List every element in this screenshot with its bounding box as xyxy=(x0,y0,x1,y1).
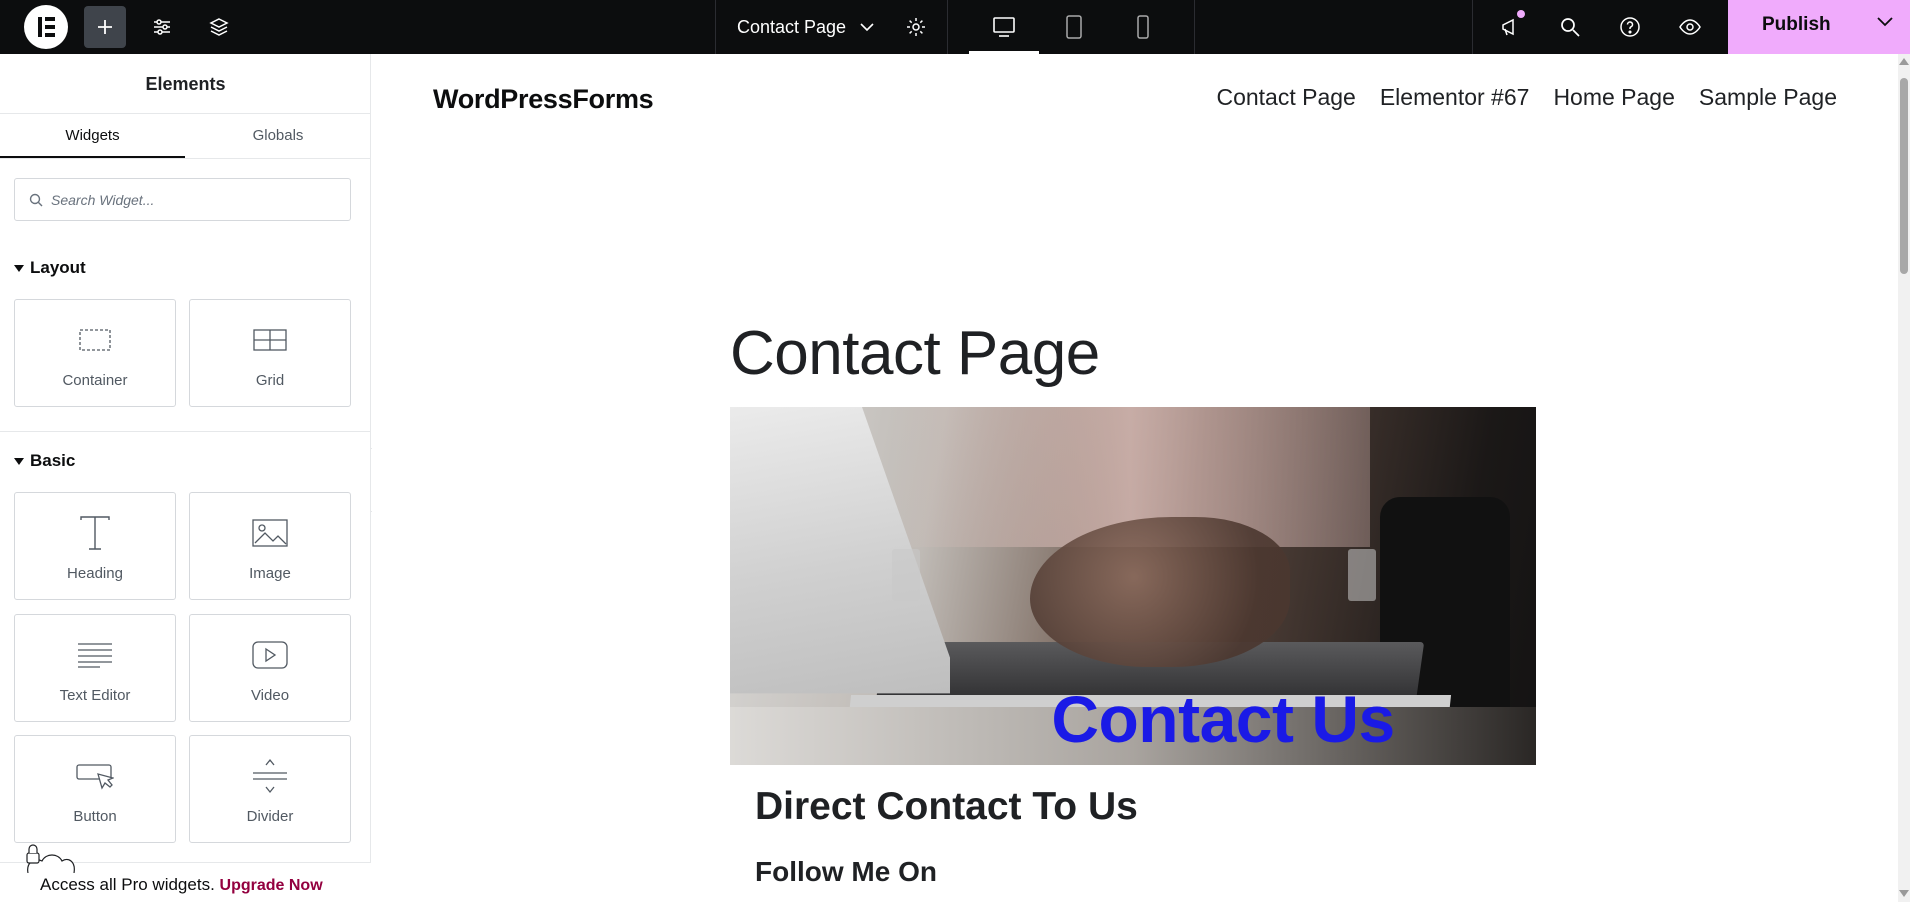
caret-down-icon xyxy=(14,457,24,465)
direct-contact-heading[interactable]: Direct Contact To Us xyxy=(755,785,1138,829)
preview-canvas: WordPressForms Contact Page Elementor #6… xyxy=(372,54,1900,902)
widget-label: Video xyxy=(250,687,290,704)
divider-icon xyxy=(253,758,287,794)
nav-link-home-page[interactable]: Home Page xyxy=(1553,84,1674,111)
divider xyxy=(715,0,716,54)
follow-me-heading[interactable]: Follow Me On xyxy=(755,856,937,888)
nav-link-elementor-67[interactable]: Elementor #67 xyxy=(1380,84,1530,111)
mobile-icon xyxy=(1137,15,1149,39)
divider xyxy=(1194,0,1195,54)
widget-label: Text Editor xyxy=(59,687,131,704)
grid-icon xyxy=(253,329,287,351)
nav-link-contact-page[interactable]: Contact Page xyxy=(1216,84,1355,111)
desktop-view-button[interactable] xyxy=(983,6,1025,48)
site-settings-icon xyxy=(154,19,170,35)
widget-label: Image xyxy=(249,565,291,582)
site-settings-button[interactable] xyxy=(141,6,183,48)
hero-heading[interactable]: Contact Us xyxy=(730,681,1536,757)
structure-layers-icon xyxy=(209,18,229,36)
widget-video[interactable]: Video xyxy=(189,614,351,722)
hero-section[interactable]: Contact Us xyxy=(730,407,1536,765)
elements-panel: Elements Widgets Globals Layout Containe… xyxy=(0,54,371,902)
publish-button[interactable]: Publish xyxy=(1728,0,1910,54)
divider xyxy=(0,158,371,159)
widget-label: Container xyxy=(62,372,128,389)
whats-new-button[interactable] xyxy=(1490,6,1532,48)
document-title: Contact Page xyxy=(737,16,847,37)
structure-button[interactable] xyxy=(198,6,240,48)
search-button[interactable] xyxy=(1549,6,1591,48)
widget-label: Divider xyxy=(246,808,294,825)
widget-image[interactable]: Image xyxy=(189,492,351,600)
help-icon xyxy=(1620,17,1640,37)
notification-dot xyxy=(1517,10,1525,18)
desktop-icon xyxy=(993,17,1015,37)
panel-title: Elements xyxy=(0,54,371,114)
search-icon xyxy=(29,193,43,207)
preview-eye-icon xyxy=(1679,19,1701,35)
widget-heading[interactable]: Heading xyxy=(14,492,176,600)
site-navigation: Contact Page Elementor #67 Home Page Sam… xyxy=(1216,84,1837,111)
scrollbar-thumb[interactable] xyxy=(1900,78,1908,274)
divider xyxy=(0,431,371,432)
pro-illustration-icon xyxy=(26,844,75,873)
widget-grid[interactable]: Grid xyxy=(189,299,351,407)
section-title: Layout xyxy=(30,258,86,277)
mobile-view-button[interactable] xyxy=(1122,6,1164,48)
scroll-up-arrow-icon[interactable] xyxy=(1899,58,1909,65)
page-title[interactable]: Contact Page xyxy=(730,318,1100,389)
upgrade-now-link[interactable]: Upgrade Now xyxy=(220,877,323,894)
widget-search xyxy=(14,178,351,221)
editor-top-bar: Contact Page Publish xyxy=(0,0,1910,54)
widget-container[interactable]: Container xyxy=(14,299,176,407)
tablet-view-button[interactable] xyxy=(1053,6,1095,48)
widget-text-editor[interactable]: Text Editor xyxy=(14,614,176,722)
caret-down-icon xyxy=(14,264,24,272)
widget-label: Grid xyxy=(255,372,285,389)
widget-divider[interactable]: Divider xyxy=(189,735,351,843)
promo-message: Access all Pro widgets. xyxy=(40,875,215,894)
heading-icon xyxy=(80,516,110,550)
section-handle-left[interactable] xyxy=(892,549,920,601)
publish-chevron-icon[interactable] xyxy=(1876,16,1894,28)
divider xyxy=(1472,0,1473,54)
add-element-button[interactable] xyxy=(84,6,126,48)
tab-globals[interactable]: Globals xyxy=(185,114,371,158)
page-settings-button[interactable] xyxy=(895,6,937,48)
preview-button[interactable] xyxy=(1669,6,1711,48)
site-title[interactable]: WordPressForms xyxy=(433,84,654,115)
search-icon xyxy=(1561,18,1580,37)
widget-label: Button xyxy=(73,808,117,825)
image-icon xyxy=(252,519,288,547)
add-element-icon xyxy=(98,20,112,34)
tablet-icon xyxy=(1066,15,1082,39)
container-icon xyxy=(79,329,111,351)
publish-label: Publish xyxy=(1762,14,1831,35)
chevron-down-icon xyxy=(860,23,874,32)
scroll-down-arrow-icon[interactable] xyxy=(1899,890,1909,897)
section-handle-right[interactable] xyxy=(1348,549,1376,601)
document-title-dropdown[interactable]: Contact Page xyxy=(737,0,874,54)
widget-button[interactable]: Button xyxy=(14,735,176,843)
nav-link-sample-page[interactable]: Sample Page xyxy=(1699,84,1837,111)
section-layout-toggle[interactable]: Layout xyxy=(14,258,86,278)
button-icon xyxy=(76,764,114,790)
elementor-logo-icon[interactable] xyxy=(24,5,68,49)
promo-text: Access all Pro widgets. Upgrade Now xyxy=(40,875,323,895)
divider xyxy=(947,0,948,54)
video-icon xyxy=(252,641,288,669)
widget-label: Heading xyxy=(67,565,123,582)
section-title: Basic xyxy=(30,451,76,470)
pro-promo-banner: Access all Pro widgets. Upgrade Now xyxy=(0,844,371,902)
tab-widgets[interactable]: Widgets xyxy=(0,114,185,158)
search-input[interactable] xyxy=(51,179,341,220)
whats-new-megaphone-icon xyxy=(1502,18,1514,36)
page-settings-gear-icon xyxy=(907,18,925,36)
text-editor-icon xyxy=(78,643,112,668)
section-basic-toggle[interactable]: Basic xyxy=(14,451,75,471)
help-button[interactable] xyxy=(1609,6,1651,48)
